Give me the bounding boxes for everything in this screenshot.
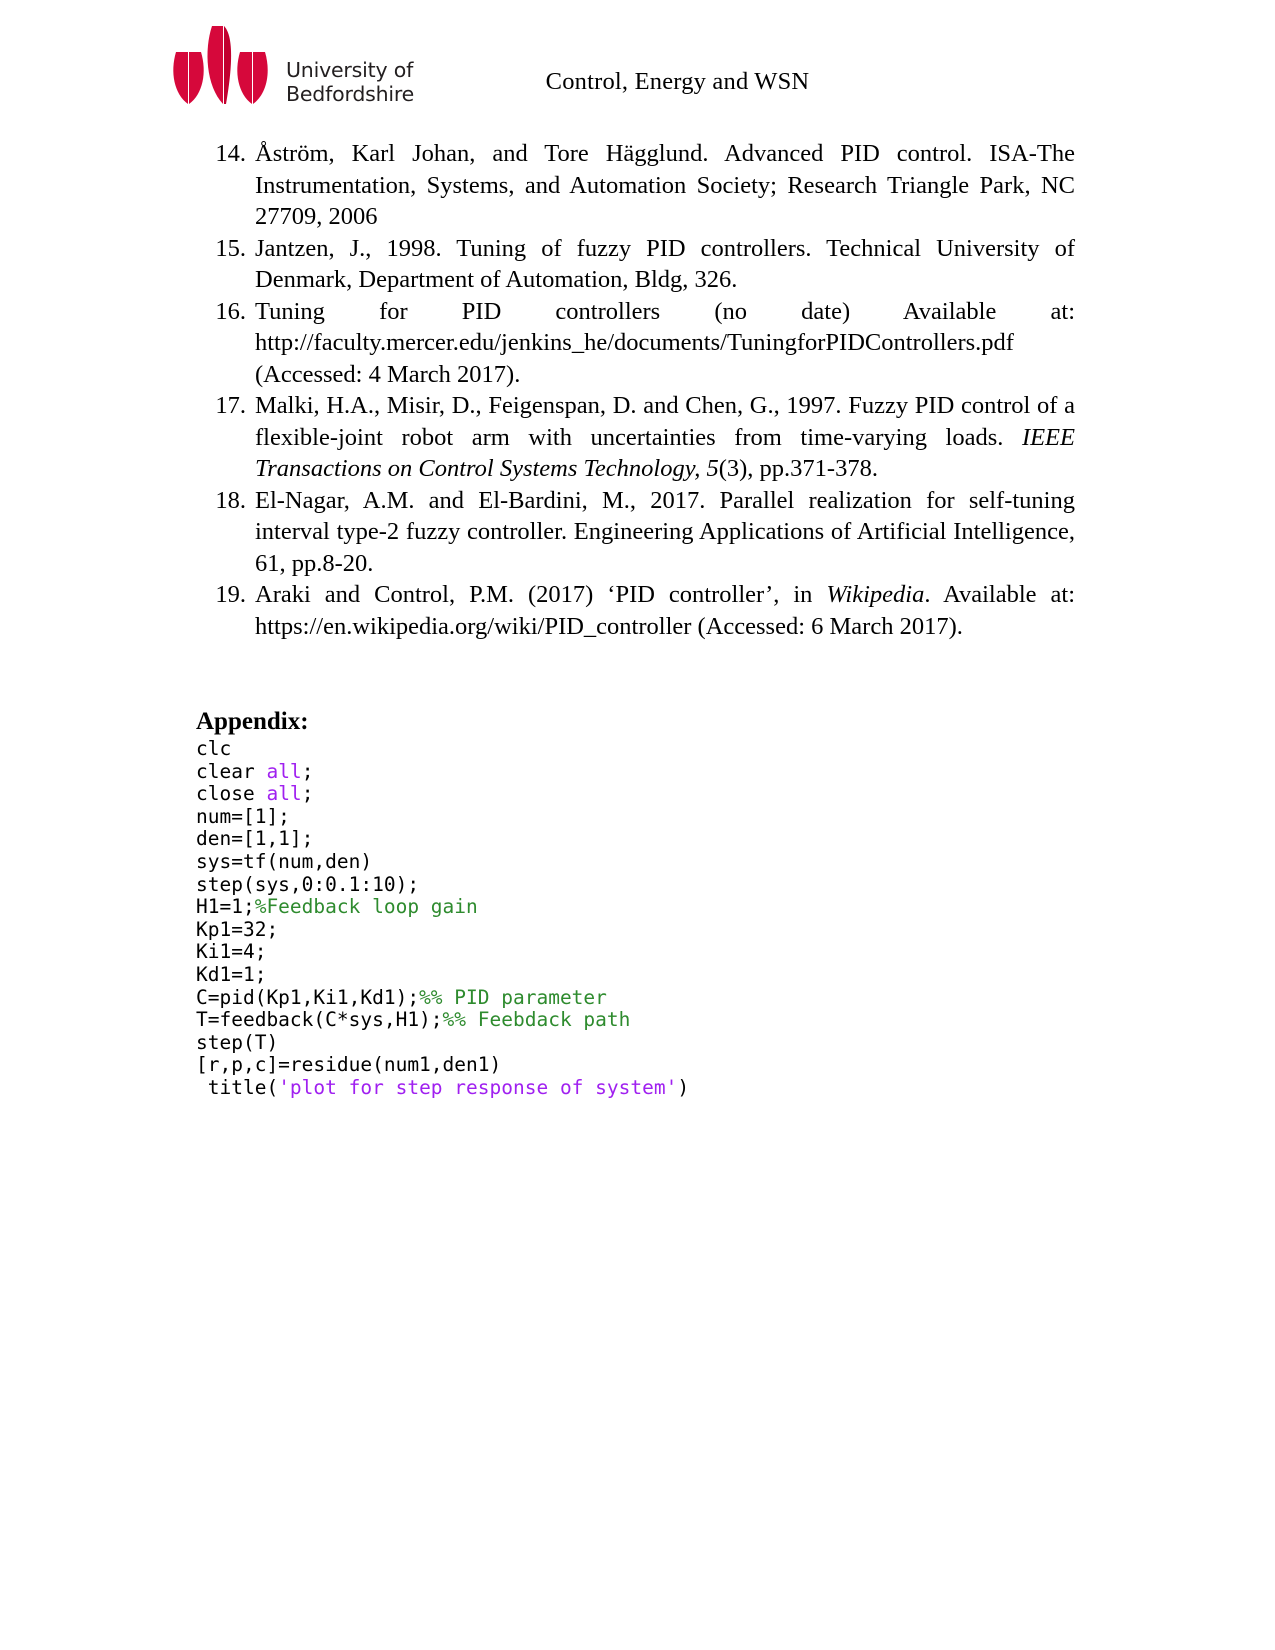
code-token-plain: title( bbox=[196, 1075, 279, 1099]
code-line: Kp1=32; bbox=[196, 917, 1096, 942]
code-line: Ki1=4; bbox=[196, 941, 1096, 964]
code-token-plain: H1=1; bbox=[196, 895, 255, 919]
code-line: title('plot for step response of system'… bbox=[196, 1075, 1096, 1100]
code-line: clc bbox=[196, 737, 1096, 761]
code-token-plain: num=[1]; bbox=[196, 804, 290, 828]
code-line: step(T) bbox=[196, 1030, 1096, 1055]
university-logo-block: University of Bedfordshire bbox=[168, 22, 414, 110]
code-token-plain: step(T) bbox=[196, 1030, 279, 1054]
code-token-plain: [r,p,c]=residue(num1,den1) bbox=[196, 1053, 502, 1077]
code-token-cmt: %% PID parameter bbox=[419, 985, 607, 1009]
document-header-title-text: Control, Energy and WSN bbox=[545, 68, 810, 95]
page-header: University of Bedfordshire Control, Ener… bbox=[0, 0, 1275, 128]
code-line: close all; bbox=[196, 782, 1096, 806]
code-token-cmt: %% Feebdack path bbox=[442, 1008, 631, 1032]
reference-item: 14. Åström, Karl Johan, and Tore Hägglund… bbox=[200, 138, 1075, 233]
matlab-code-block: clc clear all; close all; num=[1]; den=[1,1]… bbox=[196, 737, 1096, 1100]
reference-text: Araki and Control, P.M. (2017) ‘PID cont… bbox=[255, 579, 1075, 642]
appendix-section: Appendix: clc clear all; close all; num=[1]… bbox=[196, 707, 1096, 1100]
reference-number: 19. bbox=[215, 581, 246, 608]
code-token-plain: sys=tf(num,den) bbox=[196, 849, 373, 873]
code-token-plain: Kp1=32; bbox=[196, 917, 279, 941]
reference-item: 16. Tuning for PID controllers (no date) … bbox=[200, 296, 1075, 391]
code-token-plain: T=feedback(C*sys,H1); bbox=[196, 1008, 443, 1032]
code-line: C=pid(Kp1,Ki1,Kd1);%% PID parameter bbox=[196, 985, 1096, 1010]
code-line: T=feedback(C*sys,H1);%% Feebdack path bbox=[196, 1008, 1096, 1032]
code-token-kw: all bbox=[266, 759, 302, 783]
code-line: step(sys,0:0.1:10); bbox=[196, 872, 1096, 897]
code-token-plain: Ki1=4; bbox=[196, 940, 267, 964]
reference-number: 17. bbox=[215, 392, 246, 419]
code-line: num=[1]; bbox=[196, 804, 1096, 829]
reference-text-italic: Wikipedia bbox=[826, 581, 925, 608]
code-line: Kd1=1; bbox=[196, 962, 1096, 987]
code-token-plain: ; bbox=[301, 759, 314, 783]
document-page: University of Bedfordshire Control, Ener… bbox=[0, 0, 1275, 1650]
reference-item: 15. Jantzen, J., 1998. Tuning of fuzzy PI… bbox=[200, 233, 1075, 296]
code-line: H1=1;%Feedback loop gain bbox=[196, 895, 1096, 919]
reference-item: 17. Malki, H.A., Misir, D., Feigenspan, D… bbox=[200, 390, 1075, 485]
reference-number: 18. bbox=[215, 486, 246, 514]
code-token-plain: C=pid(Kp1,Ki1,Kd1); bbox=[196, 985, 420, 1009]
code-token-cmt: %Feedback loop gain bbox=[254, 895, 478, 919]
code-token-plain: step(sys,0:0.1:10); bbox=[196, 872, 420, 896]
reference-text: Åström, Karl Johan, and Tore Hägglund. A… bbox=[255, 140, 1075, 230]
document-header-title: Control, Energy and WSN bbox=[0, 68, 1275, 96]
code-line: [r,p,c]=residue(num1,den1) bbox=[196, 1054, 1096, 1077]
reference-text: Malki, H.A., Misir, D., Feigenspan, D. a… bbox=[255, 390, 1075, 485]
reference-text: Jantzen, J., 1998. Tuning of fuzzy PID c… bbox=[255, 234, 1075, 294]
code-token-plain: Kd1=1; bbox=[196, 962, 267, 986]
reference-text-plain: Malki, H.A., Misir, D., Feigenspan, D. a… bbox=[255, 392, 1075, 451]
code-token-plain: close bbox=[196, 782, 267, 806]
appendix-title: Appendix: bbox=[196, 708, 309, 735]
code-token-str: 'plot for step response of system' bbox=[278, 1075, 678, 1099]
code-token-plain: clear bbox=[196, 759, 267, 783]
reference-text: El-Nagar, A.M. and El-Bardini, M., 2017.… bbox=[255, 486, 1075, 577]
code-token-plain: den=[1,1]; bbox=[196, 827, 314, 851]
reference-number: 14. bbox=[215, 140, 246, 167]
code-token-kw: all bbox=[266, 782, 302, 806]
code-token-plain: ; bbox=[301, 782, 314, 806]
code-line: sys=tf(num,den) bbox=[196, 849, 1096, 874]
code-token-plain: clc bbox=[196, 737, 232, 760]
code-line: clear all; bbox=[196, 759, 1096, 784]
reference-item: 18. El-Nagar, A.M. and El-Bardini, M., 20… bbox=[200, 485, 1075, 580]
reference-text-trailing: (3), pp.371-378. bbox=[718, 455, 878, 482]
code-line: den=[1,1]; bbox=[196, 828, 1096, 851]
reference-list: 14. Åström, Karl Johan, and Tore Hägglund… bbox=[200, 138, 1075, 642]
reference-text: Tuning for PID controllers (no date) Ava… bbox=[255, 297, 1075, 388]
reference-item: 19. Araki and Control, P.M. (2017) ‘PID c… bbox=[200, 579, 1075, 642]
university-of-bedfordshire-logo-icon bbox=[168, 24, 276, 110]
reference-number: 16. bbox=[215, 297, 246, 325]
code-token-plain: ) bbox=[677, 1075, 690, 1099]
reference-text-plain: Araki and Control, P.M. (2017) ‘PID cont… bbox=[255, 581, 827, 608]
reference-number: 15. bbox=[215, 234, 246, 262]
